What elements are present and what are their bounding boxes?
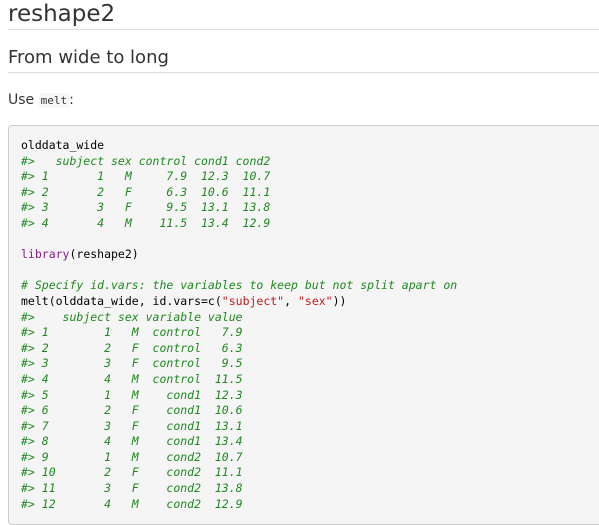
output-text: #> 2 2 F control 6.3: [21, 340, 243, 355]
output-text: #> 3 3 F 9.5 13.1 13.8: [21, 200, 271, 215]
output-line: #> 6 2 F cond1 10.6: [21, 403, 599, 419]
comment-text: # Specify id.vars: the variables to keep…: [21, 278, 458, 293]
output-line: #> subject sex control cond1 cond2: [21, 154, 599, 170]
section-heading: From wide to long: [8, 47, 169, 68]
output-line: #> 9 1 M cond2 10.7: [21, 450, 599, 466]
output-line: #> 8 4 M cond1 13.4: [21, 434, 599, 450]
section-divider: [8, 72, 599, 73]
output-line: #> 3 3 F control 9.5: [21, 356, 599, 372]
inline-code: melt: [38, 93, 70, 108]
code-line: library(reshape2): [21, 247, 599, 263]
output-text: #> subject sex variable value: [21, 309, 243, 324]
output-line: #> 2 2 F control 6.3: [21, 341, 599, 357]
string-literal: "sex": [297, 293, 333, 308]
output-text: #> 2 2 F 6.3 10.6 11.1: [21, 184, 271, 199]
output-text: #> 5 1 M cond1 12.3: [21, 387, 243, 402]
code-text: ,: [284, 293, 298, 308]
output-text: #> 10 2 F cond2 11.1: [21, 465, 243, 480]
output-line: #> 5 1 M cond1 12.3: [21, 388, 599, 404]
output-text: #> 1 1 M control 7.9: [21, 325, 243, 340]
code-block: olddata_wide #> subject sex control cond…: [8, 125, 599, 525]
output-text: #> subject sex control cond1 cond2: [21, 153, 271, 168]
output-text: #> 4 4 M 11.5 13.4 12.9: [21, 215, 271, 230]
output-line: #> 1 1 M 7.9 12.3 10.7: [21, 169, 599, 185]
output-text: #> 8 4 M cond1 13.4: [21, 434, 243, 449]
function-name: library: [21, 247, 70, 262]
output-text: #> 4 4 M control 11.5: [21, 371, 243, 386]
code-text: melt(olddata_wide, id.vars=c(: [21, 293, 222, 308]
output-text: #> 7 3 F cond1 13.1: [21, 418, 243, 433]
output-line: #> 2 2 F 6.3 10.6 11.1: [21, 185, 599, 201]
title-divider: [8, 29, 599, 30]
output-text: #> 9 1 M cond2 10.7: [21, 449, 243, 464]
intro-suffix: :: [69, 92, 74, 108]
page-title: reshape2: [8, 1, 116, 27]
output-line: #> 4 4 M 11.5 13.4 12.9: [21, 216, 599, 232]
intro-prefix: Use: [8, 92, 39, 108]
output-text: #> 3 3 F control 9.5: [21, 356, 243, 371]
output-text: #> 11 3 F cond2 13.8: [21, 481, 243, 496]
page: reshape2 From wide to long Use melt: old…: [0, 0, 599, 525]
comment-line: # Specify id.vars: the variables to keep…: [21, 278, 599, 294]
string-literal: "subject": [221, 293, 285, 308]
output-line: #> 1 1 M control 7.9: [21, 325, 599, 341]
output-line: #> 10 2 F cond2 11.1: [21, 465, 599, 481]
code-text: olddata_wide: [21, 138, 105, 152]
output-line: #> subject sex variable value: [21, 310, 599, 326]
output-text: #> 6 2 F cond1 10.6: [21, 403, 243, 418]
code-line: olddata_wide: [21, 138, 599, 154]
output-line: #> 11 3 F cond2 13.8: [21, 481, 599, 497]
output-text: #> 12 4 M cond2 12.9: [21, 496, 243, 511]
output-text: #> 1 1 M 7.9 12.3 10.7: [21, 169, 271, 184]
output-line: #> 4 4 M control 11.5: [21, 372, 599, 388]
intro-paragraph: Use melt:: [8, 90, 74, 111]
code-text: )): [332, 293, 347, 308]
code-line: melt(olddata_wide, id.vars=c("subject", …: [21, 294, 599, 310]
code-text: (reshape2): [69, 247, 139, 262]
output-line: #> 12 4 M cond2 12.9: [21, 497, 599, 513]
output-line: #> 3 3 F 9.5 13.1 13.8: [21, 200, 599, 216]
output-line: #> 7 3 F cond1 13.1: [21, 419, 599, 435]
